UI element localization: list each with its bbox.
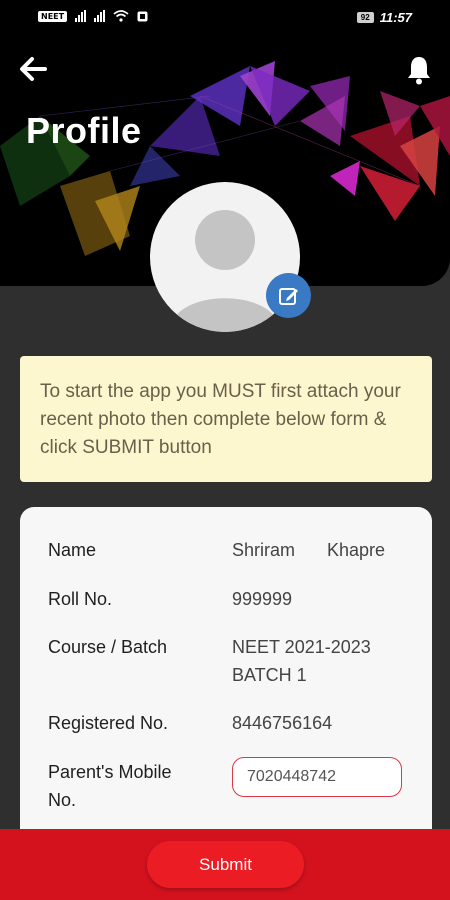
arrow-left-icon[interactable]	[18, 56, 48, 82]
registered-value: 8446756164	[232, 713, 333, 733]
profile-card: Name Shriram Khapre Roll No. 999999 Cour…	[20, 507, 432, 867]
instruction-notice: To start the app you MUST first attach y…	[20, 356, 432, 482]
page-title: Profile	[26, 110, 142, 151]
name-value: Shriram Khapre	[232, 536, 412, 564]
first-name: Shriram	[232, 540, 296, 560]
parent-mobile-label: Parent's Mobile No.	[48, 758, 218, 814]
status-time: 11:57	[379, 10, 412, 25]
footer-bar: Submit	[0, 829, 450, 900]
roll-label: Roll No.	[48, 589, 113, 609]
course-line-2: BATCH 1	[232, 665, 307, 685]
signal-icon	[94, 10, 106, 22]
name-label: Name	[48, 540, 97, 560]
roll-value: 999999	[232, 589, 293, 609]
course-value: NEET 2021-2023 BATCH 1	[232, 633, 412, 689]
status-left: NEET	[38, 10, 148, 22]
status-bar: NEET 92 11:57	[0, 0, 450, 36]
course-label: Course / Batch	[48, 637, 168, 657]
carrier-chip: NEET	[38, 10, 68, 22]
notification-icon	[137, 11, 148, 21]
edit-photo-button[interactable]	[266, 273, 311, 318]
wifi-icon	[113, 10, 129, 22]
parent-mobile-label-line-2: No.	[48, 790, 77, 810]
submit-button[interactable]: Submit	[147, 841, 304, 888]
registered-label: Registered No.	[48, 713, 169, 733]
status-right: 92 11:57	[356, 10, 412, 25]
last-name: Khapre	[327, 540, 386, 560]
signal-icon	[75, 10, 87, 22]
parent-mobile-label-line-1: Parent's Mobile	[48, 762, 172, 782]
parent-mobile-input[interactable]	[232, 757, 402, 797]
course-line-1: NEET 2021-2023	[232, 637, 371, 657]
edit-icon	[278, 287, 298, 305]
battery-icon: 92	[356, 12, 374, 23]
bell-icon[interactable]	[406, 55, 432, 85]
